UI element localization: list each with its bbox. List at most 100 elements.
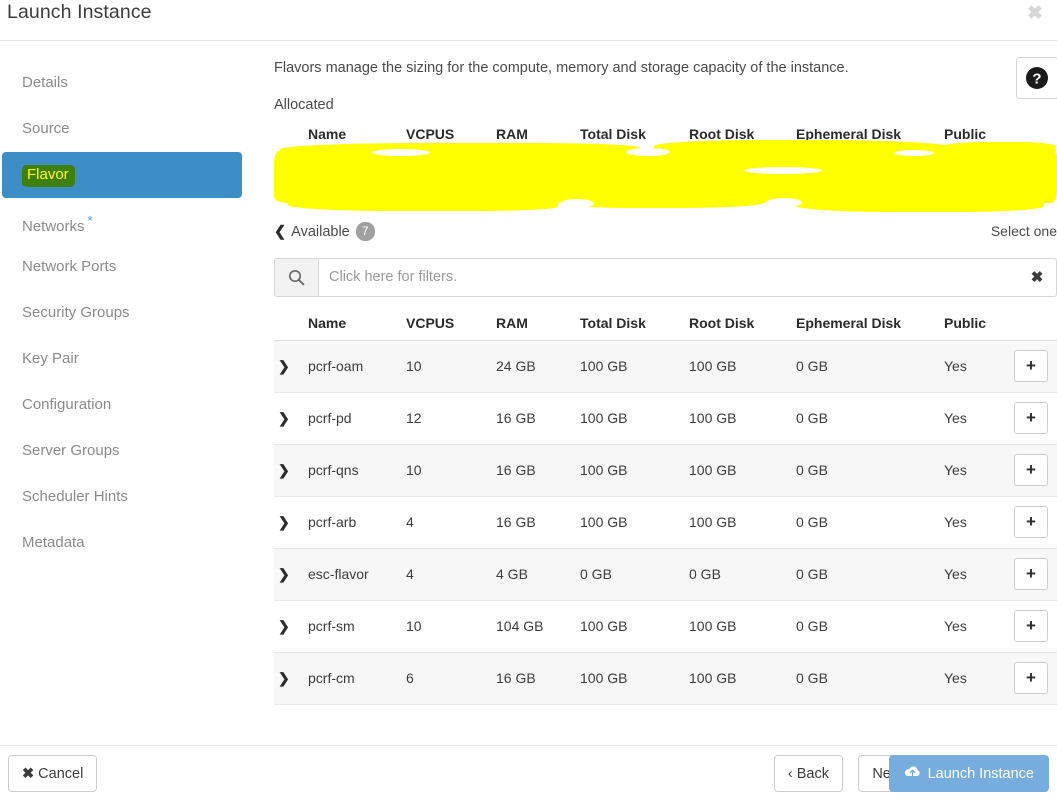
search-icon — [275, 259, 319, 296]
chevron-right-icon[interactable]: ❯ — [274, 392, 304, 444]
sidebar-item-label: Metadata — [22, 534, 85, 551]
allocate-flavor-button[interactable]: + — [1014, 610, 1048, 642]
allocated-row-wrapper: ❯ AAA-CPAR 36 32 GB 180 GB 180 GB 0 GB N… — [274, 151, 1057, 203]
allocate-flavor-button[interactable]: + — [1014, 662, 1048, 694]
back-button[interactable]: ‹ Back — [774, 755, 843, 792]
required-asterisk: * — [88, 213, 93, 228]
table-row[interactable]: ❯ pcrf-sm 10 104 GB 100 GB 100 GB 0 GB Y… — [274, 600, 1057, 652]
chevron-right-icon[interactable]: ❯ — [274, 652, 304, 704]
col-root-disk[interactable]: Root Disk — [685, 308, 792, 341]
cell-root-disk: 100 GB — [685, 340, 792, 392]
cell-ephemeral-disk: 0 GB — [792, 444, 940, 496]
table-row[interactable]: ❯ pcrf-pd 12 16 GB 100 GB 100 GB 0 GB Ye… — [274, 392, 1057, 444]
available-table: Name VCPUS RAM Total Disk Root Disk Ephe… — [274, 308, 1057, 705]
chevron-right-icon[interactable]: ❯ — [274, 548, 304, 600]
col-ram[interactable]: RAM — [492, 308, 576, 341]
table-row[interactable]: ❯ pcrf-oam 10 24 GB 100 GB 100 GB 0 GB Y… — [274, 340, 1057, 392]
cell-total-disk: 100 GB — [576, 496, 685, 548]
sidebar-item-scheduler-hints[interactable]: Scheduler Hints — [0, 474, 244, 520]
cell-public: Yes — [940, 444, 1010, 496]
search-input[interactable] — [319, 259, 1018, 296]
chevron-right-icon[interactable]: ❯ — [274, 151, 304, 203]
table-row[interactable]: ❯ AAA-CPAR 36 32 GB 180 GB 180 GB 0 GB N… — [274, 151, 1057, 203]
cell-name: pcrf-qns — [304, 444, 402, 496]
panel-description: Flavors manage the sizing for the comput… — [274, 59, 1041, 78]
sidebar-item-networks[interactable]: Networks* — [0, 198, 244, 244]
col-ephemeral-disk[interactable]: Ephemeral Disk — [792, 308, 940, 341]
col-expand — [274, 308, 304, 341]
launch-instance-button[interactable]: Launch Instance — [889, 755, 1049, 792]
cell-public: Yes — [940, 600, 1010, 652]
cell-root-disk: 100 GB — [685, 392, 792, 444]
cell-total-disk: 100 GB — [576, 600, 685, 652]
sidebar-item-source[interactable]: Source — [0, 106, 244, 152]
available-label: Available — [291, 224, 350, 240]
col-total-disk[interactable]: Total Disk — [576, 308, 685, 341]
col-name[interactable]: Name — [304, 308, 402, 341]
cell-ephemeral-disk: 0 GB — [792, 548, 940, 600]
allocate-flavor-button[interactable]: + — [1014, 506, 1048, 538]
sidebar-item-network-ports[interactable]: Network Ports — [0, 244, 244, 290]
sidebar-item-security-groups[interactable]: Security Groups — [0, 290, 244, 336]
cell-total-disk: 180 GB — [576, 151, 685, 203]
table-row[interactable]: ❯ pcrf-cm 6 16 GB 100 GB 100 GB 0 GB Yes… — [274, 652, 1057, 704]
cell-total-disk: 0 GB — [576, 548, 685, 600]
cell-name: pcrf-pd — [304, 392, 402, 444]
chevron-right-icon[interactable]: ❯ — [274, 340, 304, 392]
modal-body: Details Source Flavor Networks* Network … — [0, 41, 1057, 745]
allocate-flavor-button[interactable]: + — [1014, 558, 1048, 590]
chevron-right-icon[interactable]: ❯ — [274, 444, 304, 496]
cell-ephemeral-disk: 0 GB — [792, 496, 940, 548]
clear-x-icon[interactable]: ✖ — [1018, 259, 1056, 296]
col-expand — [274, 119, 304, 151]
filter-bar: ✖ — [274, 258, 1057, 297]
chevron-right-icon[interactable]: ❯ — [274, 496, 304, 548]
cell-ram: 16 GB — [492, 444, 576, 496]
sidebar-item-label: Network Ports — [22, 258, 116, 275]
col-public[interactable]: Public — [940, 308, 1010, 341]
allocate-flavor-button[interactable]: + — [1014, 402, 1048, 434]
available-count-badge: 7 — [356, 222, 375, 241]
cell-public: Yes — [940, 548, 1010, 600]
cancel-button-label: Cancel — [38, 766, 83, 782]
sidebar-item-label: Details — [22, 74, 68, 91]
sidebar-item-server-groups[interactable]: Server Groups — [0, 428, 244, 474]
cell-root-disk: 100 GB — [685, 600, 792, 652]
cell-ephemeral-disk: 0 GB — [792, 652, 940, 704]
x-icon: ✖ — [22, 766, 34, 782]
page-title: Launch Instance — [7, 1, 152, 24]
flavor-panel: ? Flavors manage the sizing for the comp… — [258, 41, 1057, 745]
table-row[interactable]: ❯ esc-flavor 4 4 GB 0 GB 0 GB 0 GB Yes + — [274, 548, 1057, 600]
chevron-right-icon[interactable]: ❯ — [274, 600, 304, 652]
cell-vcpus: 36 — [402, 151, 492, 203]
cell-root-disk: 100 GB — [685, 496, 792, 548]
cell-vcpus: 4 — [402, 496, 492, 548]
table-row[interactable]: ❯ pcrf-qns 10 16 GB 100 GB 100 GB 0 GB Y… — [274, 444, 1057, 496]
cancel-button[interactable]: ✖Cancel — [8, 755, 97, 792]
cell-vcpus: 10 — [402, 340, 492, 392]
available-header: ❮ Available 7 Select one — [274, 222, 1057, 246]
cell-public: Yes — [940, 652, 1010, 704]
col-vcpus[interactable]: VCPUS — [402, 308, 492, 341]
sidebar-item-flavor[interactable]: Flavor — [2, 152, 242, 198]
cell-ephemeral-disk: 0 GB — [792, 151, 940, 203]
cell-ephemeral-disk: 0 GB — [792, 392, 940, 444]
cell-ephemeral-disk: 0 GB — [792, 600, 940, 652]
allocate-flavor-button[interactable]: + — [1014, 350, 1048, 382]
deallocate-flavor-button[interactable]: − — [1014, 161, 1048, 193]
selection-hint: Select one — [991, 223, 1057, 239]
allocate-flavor-button[interactable]: + — [1014, 454, 1048, 486]
cell-public: Yes — [940, 392, 1010, 444]
available-header-row: Name VCPUS RAM Total Disk Root Disk Ephe… — [274, 308, 1057, 341]
sidebar-item-key-pair[interactable]: Key Pair — [0, 336, 244, 382]
sidebar-item-configuration[interactable]: Configuration — [0, 382, 244, 428]
cell-action: + — [1010, 600, 1057, 652]
table-row[interactable]: ❯ pcrf-arb 4 16 GB 100 GB 100 GB 0 GB Ye… — [274, 496, 1057, 548]
cell-ram: 104 GB — [492, 600, 576, 652]
sidebar-item-metadata[interactable]: Metadata — [0, 520, 244, 566]
launch-instance-modal: Launch Instance ✖ Details Source Flavor … — [0, 0, 1057, 800]
chevron-down-icon[interactable]: ❮ — [274, 224, 286, 240]
close-icon[interactable]: ✖ — [1023, 2, 1047, 26]
help-question-icon[interactable]: ? — [1016, 57, 1057, 99]
sidebar-item-details[interactable]: Details — [0, 60, 244, 106]
